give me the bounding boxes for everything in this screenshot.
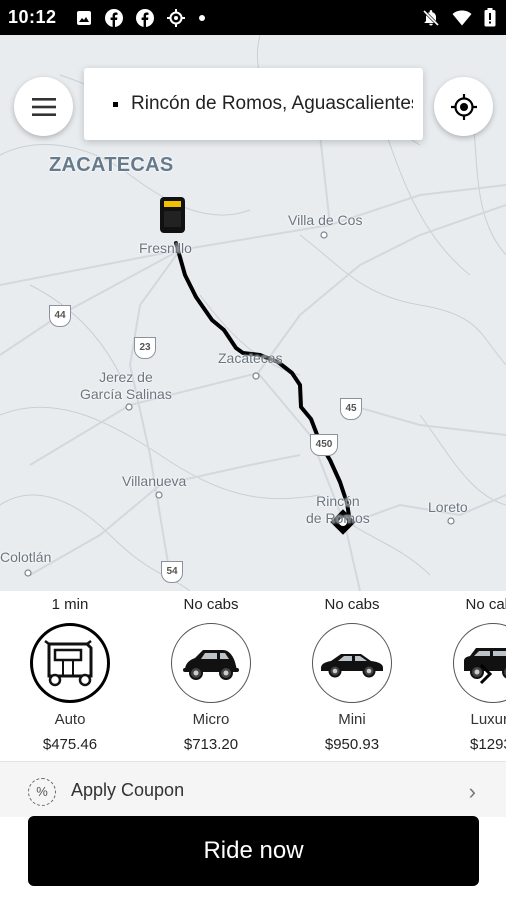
route-shield-45: 45 <box>340 398 362 420</box>
map-view[interactable]: ZACATECAS Villa de Cos Fresnillo Zacatec… <box>0 35 506 591</box>
ride-now-button[interactable]: Ride now <box>28 816 479 886</box>
dot-icon <box>199 15 205 21</box>
map-label-fresnillo: Fresnillo <box>139 240 192 256</box>
route-shield-23: 23 <box>134 337 156 359</box>
cab-option-micro[interactable]: No cabs Micro $713.20 <box>151 591 271 753</box>
battery-icon <box>484 8 496 27</box>
cab-name: Luxury <box>470 711 506 728</box>
sedan-car-icon <box>321 654 383 678</box>
cab-price: $950.93 <box>324 736 380 753</box>
my-location-button[interactable] <box>434 77 493 136</box>
map-label-rincon: Rincón de Romos <box>306 493 370 526</box>
map-label-zacatecas-city: Zacatecas <box>218 350 283 366</box>
cab-eta: No cabs <box>465 596 506 613</box>
crosshair-icon <box>167 9 185 27</box>
chevron-right-icon: › <box>468 779 476 804</box>
map-label-jerez: Jerez de García Salinas <box>80 369 172 402</box>
map-label-villa-de-cos: Villa de Cos <box>288 212 363 228</box>
cab-eta: 1 min <box>51 596 89 613</box>
facebook-icon <box>136 9 154 27</box>
cab-price: $475.46 <box>42 736 98 753</box>
scroll-right-chevron-icon[interactable] <box>478 663 494 685</box>
menu-button[interactable] <box>14 77 73 136</box>
status-bar: 10:12 <box>0 0 506 35</box>
map-label-colotlan: Colotlán <box>0 549 52 565</box>
hamburger-menu-icon <box>31 97 56 116</box>
percent-icon: % <box>28 778 56 806</box>
cab-eta: No cabs <box>324 596 380 613</box>
cab-icon-circle <box>171 623 251 703</box>
status-time: 10:12 <box>8 7 57 27</box>
cab-price: $1293. <box>470 736 506 753</box>
route-shield-44: 44 <box>49 305 71 327</box>
route-shield-54: 54 <box>161 561 183 583</box>
route-shield-450: 450 <box>310 434 338 456</box>
cab-name: Mini <box>338 711 366 728</box>
cab-name: Auto <box>54 711 86 728</box>
auto-rickshaw-icon <box>44 640 93 687</box>
my-location-icon <box>450 93 477 120</box>
cab-marker-icon <box>160 197 185 233</box>
facebook-icon <box>105 9 123 27</box>
notifications-off-icon <box>422 9 440 26</box>
cab-type-selector[interactable]: 1 min Auto $475.46 No cabs Micro $713.20… <box>0 591 506 761</box>
cab-option-auto[interactable]: 1 min Auto $475.46 <box>10 591 130 753</box>
cab-icon-circle <box>30 623 110 703</box>
cab-option-mini[interactable]: No cabs Mini $950.93 <box>292 591 412 753</box>
cab-price: $713.20 <box>183 736 239 753</box>
map-label-loreto: Loreto <box>428 499 468 515</box>
apply-coupon-row[interactable]: % Apply Coupon › <box>0 761 506 817</box>
image-icon <box>77 11 91 25</box>
cab-option-luxury[interactable]: No cabs Luxury $1293. <box>433 591 506 753</box>
wifi-icon <box>452 10 472 25</box>
map-label-villanueva: Villanueva <box>122 473 187 489</box>
micro-car-icon <box>183 650 239 680</box>
cab-eta: No cabs <box>183 596 239 613</box>
cab-icon-circle <box>312 623 392 703</box>
apply-coupon-label: Apply Coupon <box>71 780 185 800</box>
destination-text: Rincón de Romos, Aguascalientes <box>131 93 413 114</box>
cab-name: Micro <box>192 711 230 728</box>
destination-search-box[interactable]: Rincón de Romos, Aguascalientes <box>84 68 423 140</box>
route-line <box>174 241 352 524</box>
destination-dot-icon <box>113 102 118 107</box>
map-label-zacatecas-state: ZACATECAS <box>49 154 174 176</box>
